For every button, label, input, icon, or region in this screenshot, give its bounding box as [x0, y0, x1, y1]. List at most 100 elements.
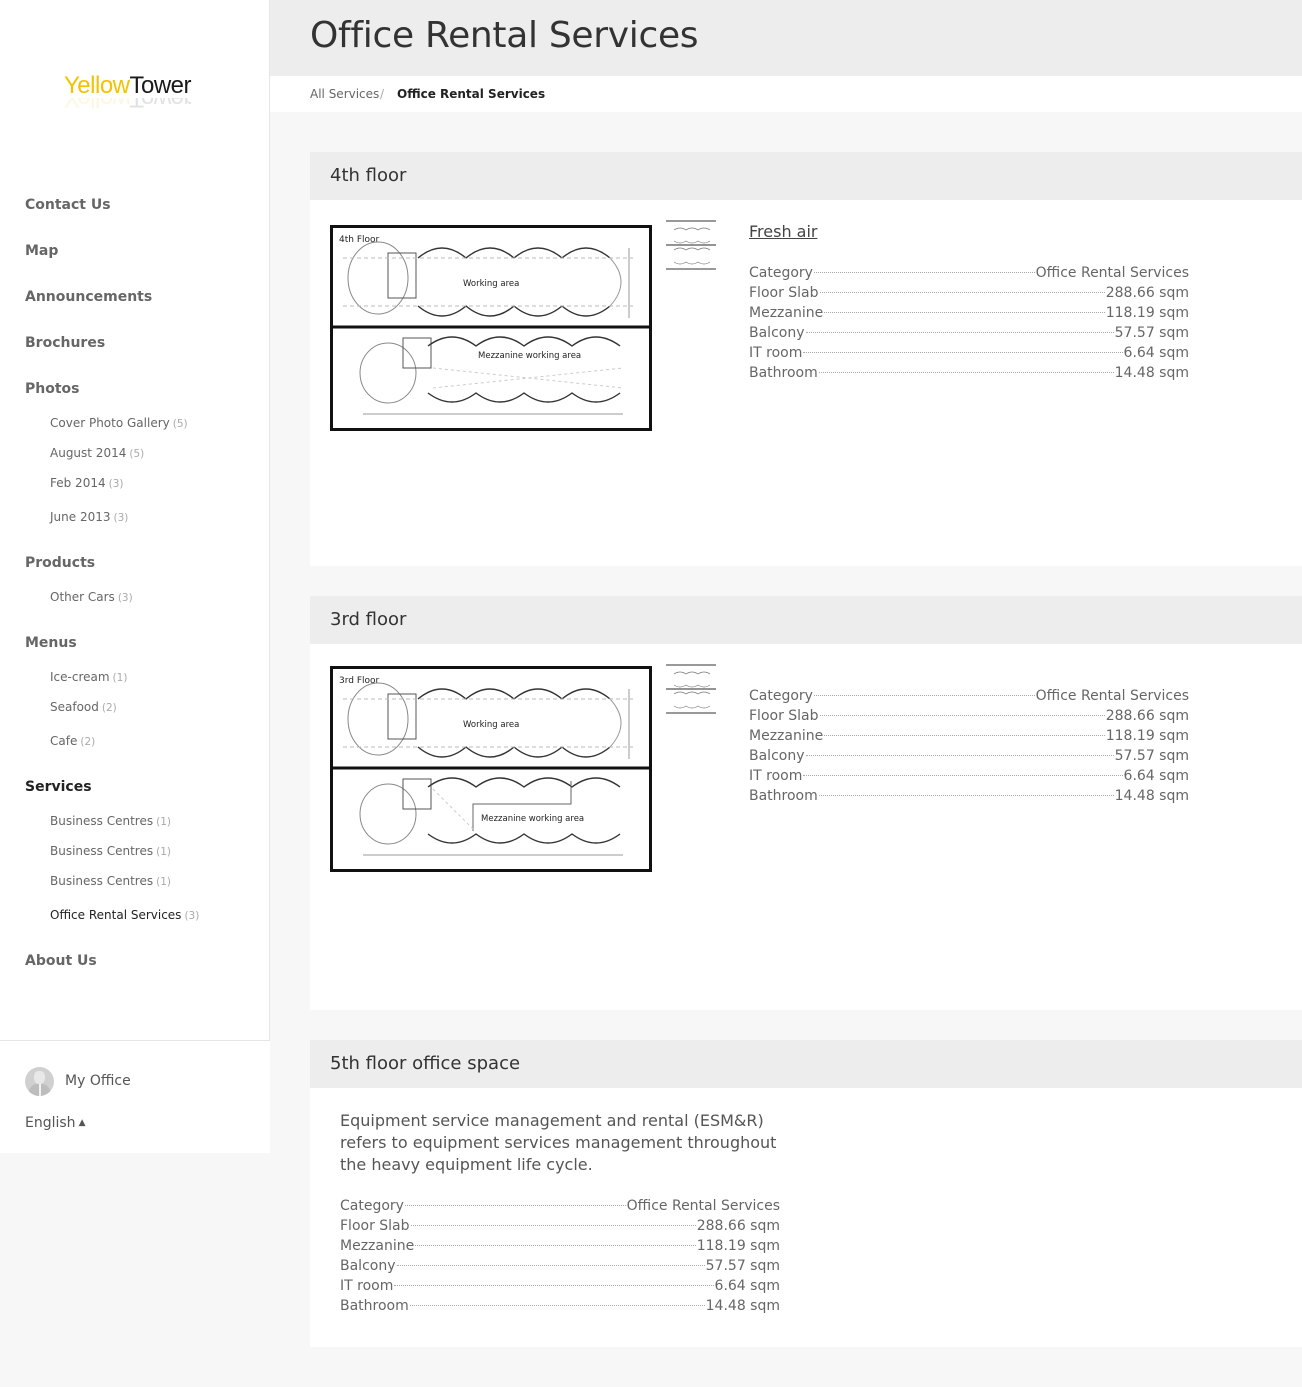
spec-label: Floor Slab: [340, 1218, 410, 1234]
sidebar-item-services[interactable]: Services: [25, 779, 92, 795]
spec-leader-dots: [394, 1285, 714, 1286]
breadcrumb: All Services / Office Rental Services: [270, 76, 1302, 112]
sidebar-subitem-seafood[interactable]: Seafood (2): [50, 700, 117, 714]
floorplan-image[interactable]: 4th Floor Working area Mezzanine working…: [330, 225, 652, 431]
floorplan-thumbnail[interactable]: [666, 220, 716, 270]
floorplan-image[interactable]: 3rd Floor Working area Mezzanine working…: [330, 666, 652, 872]
avatar[interactable]: [25, 1067, 54, 1096]
spec-row-mezzanine: Mezzanine 118.19 sqm: [340, 1236, 780, 1256]
spec-value: 288.66 sqm: [1105, 708, 1189, 724]
subitem-count: (5): [129, 448, 145, 460]
sidebar-item-photos[interactable]: Photos: [25, 381, 80, 397]
card-header: 4th floor: [310, 152, 1302, 200]
spec-value: Office Rental Services: [1035, 688, 1189, 704]
language-selector[interactable]: English ▲: [25, 1115, 85, 1131]
card-title[interactable]: 3rd floor: [330, 596, 1302, 644]
spec-value: 57.57 sqm: [705, 1258, 780, 1274]
sidebar-subitem-feb-2014[interactable]: Feb 2014 (3): [50, 476, 123, 490]
logo[interactable]: YellowTower: [64, 72, 192, 100]
spec-label: Category: [749, 265, 813, 281]
listing-details: Category Office Rental Services Floor Sla…: [340, 1196, 780, 1316]
sidebar-item-announcements[interactable]: Announcements: [25, 289, 152, 305]
spec-value: 14.48 sqm: [1114, 788, 1189, 804]
sidebar-item-contact-us[interactable]: Contact Us: [25, 197, 111, 213]
card-title[interactable]: 5th floor office space: [330, 1040, 1302, 1088]
sidebar-subitem-june-2013[interactable]: June 2013 (3): [50, 510, 128, 524]
listing-description: Equipment service management and rental …: [340, 1111, 777, 1174]
spec-row-floor-slab: Floor Slab 288.66 sqm: [340, 1216, 780, 1236]
spec-value: 57.57 sqm: [1114, 748, 1189, 764]
sidebar-subitem-business-centres-2[interactable]: Business Centres (1): [50, 844, 171, 858]
sidebar-subitem-business-centres-3[interactable]: Business Centres (1): [50, 874, 171, 888]
spec-row-bathroom: Bathroom 14.48 sqm: [749, 786, 1189, 806]
chevron-up-icon: ▲: [78, 1118, 86, 1128]
spec-label: Bathroom: [749, 365, 818, 381]
sidebar-item-map[interactable]: Map: [25, 243, 58, 259]
spec-label: Category: [340, 1198, 404, 1214]
subitem-count: (2): [101, 702, 117, 714]
spec-list: Category Office Rental Services Floor Sla…: [749, 686, 1189, 806]
spec-leader-dots: [819, 715, 1105, 716]
spec-row-category: Category Office Rental Services: [340, 1196, 780, 1216]
subitem-label: Business Centres: [50, 844, 154, 858]
sidebar-subitem-business-centres-1[interactable]: Business Centres (1): [50, 814, 171, 828]
breadcrumb-all-services[interactable]: All Services: [310, 87, 379, 101]
sidebar-subitem-cafe[interactable]: Cafe (2): [50, 734, 95, 748]
subitem-count: (3): [113, 512, 129, 524]
floorplan-thumbnail[interactable]: [666, 664, 716, 714]
spec-label: Balcony: [340, 1258, 396, 1274]
spec-value: 118.19 sqm: [1105, 728, 1189, 744]
logo-reflection-black: Tower: [129, 98, 192, 112]
spec-value: 118.19 sqm: [1105, 305, 1189, 321]
plan-upper-label: Working area: [463, 720, 519, 730]
page-title: Office Rental Services: [310, 15, 699, 56]
spec-leader-dots: [824, 312, 1105, 313]
subitem-count: (1): [156, 816, 171, 828]
fresh-air-link[interactable]: Fresh air: [749, 222, 818, 241]
spec-leader-dots: [824, 735, 1105, 736]
sidebar-subitem-office-rental-services[interactable]: Office Rental Services (3): [50, 908, 199, 922]
page-header: Office Rental Services: [270, 0, 1302, 76]
subitem-label: June 2013: [50, 510, 111, 524]
spec-leader-dots: [396, 1265, 705, 1266]
breadcrumb-current: Office Rental Services: [397, 87, 546, 101]
spec-value: 14.48 sqm: [705, 1298, 780, 1314]
subitem-label: Cover Photo Gallery: [50, 416, 170, 430]
subitem-count: (3): [108, 478, 124, 490]
my-office-link[interactable]: My Office: [65, 1073, 131, 1089]
spec-leader-dots: [818, 372, 1114, 373]
subitem-label: Cafe: [50, 734, 78, 748]
spec-label: Mezzanine: [749, 728, 824, 744]
spec-value: 288.66 sqm: [696, 1218, 780, 1234]
spec-row-bathroom: Bathroom 14.48 sqm: [749, 363, 1189, 383]
sidebar-item-products[interactable]: Products: [25, 555, 95, 571]
spec-row-balcony: Balcony 57.57 sqm: [340, 1256, 780, 1276]
subitem-label: Ice-cream: [50, 670, 110, 684]
floorplan-caption: 4th Floor: [339, 235, 380, 245]
subitem-label: Office Rental Services: [50, 908, 182, 922]
spec-label: Floor Slab: [749, 285, 819, 301]
card-header: 3rd floor: [310, 596, 1302, 644]
spec-leader-dots: [410, 1225, 696, 1226]
sidebar-item-about-us[interactable]: About Us: [25, 953, 97, 969]
subitem-label: Other Cars: [50, 590, 115, 604]
thumbnail-drawing: [666, 664, 716, 714]
spec-label: Mezzanine: [340, 1238, 415, 1254]
spec-value: 14.48 sqm: [1114, 365, 1189, 381]
spec-row-it-room: IT room 6.64 sqm: [749, 343, 1189, 363]
plan-lower-label: Mezzanine working area: [478, 351, 581, 361]
sidebar-subitem-other-cars[interactable]: Other Cars (3): [50, 590, 133, 604]
subitem-count: (1): [156, 876, 171, 888]
sidebar-item-menus[interactable]: Menus: [25, 635, 77, 651]
card-title[interactable]: 4th floor: [330, 152, 1302, 200]
spec-label: Mezzanine: [749, 305, 824, 321]
spec-list: Category Office Rental Services Floor Sla…: [340, 1196, 780, 1316]
card-header: 5th floor office space: [310, 1040, 1302, 1088]
listing-card-3rd-floor: 3rd floor 3rd Floor Working area Mezzani…: [310, 596, 1302, 1010]
sidebar-item-brochures[interactable]: Brochures: [25, 335, 105, 351]
sidebar-subitem-august-2014[interactable]: August 2014 (5): [50, 446, 144, 460]
floorplan-drawing: 4th Floor Working area Mezzanine working…: [333, 235, 649, 415]
spec-label: Bathroom: [749, 788, 818, 804]
sidebar-subitem-cover-photo-gallery[interactable]: Cover Photo Gallery (5): [50, 416, 188, 430]
sidebar-subitem-ice-cream[interactable]: Ice-cream (1): [50, 670, 127, 684]
